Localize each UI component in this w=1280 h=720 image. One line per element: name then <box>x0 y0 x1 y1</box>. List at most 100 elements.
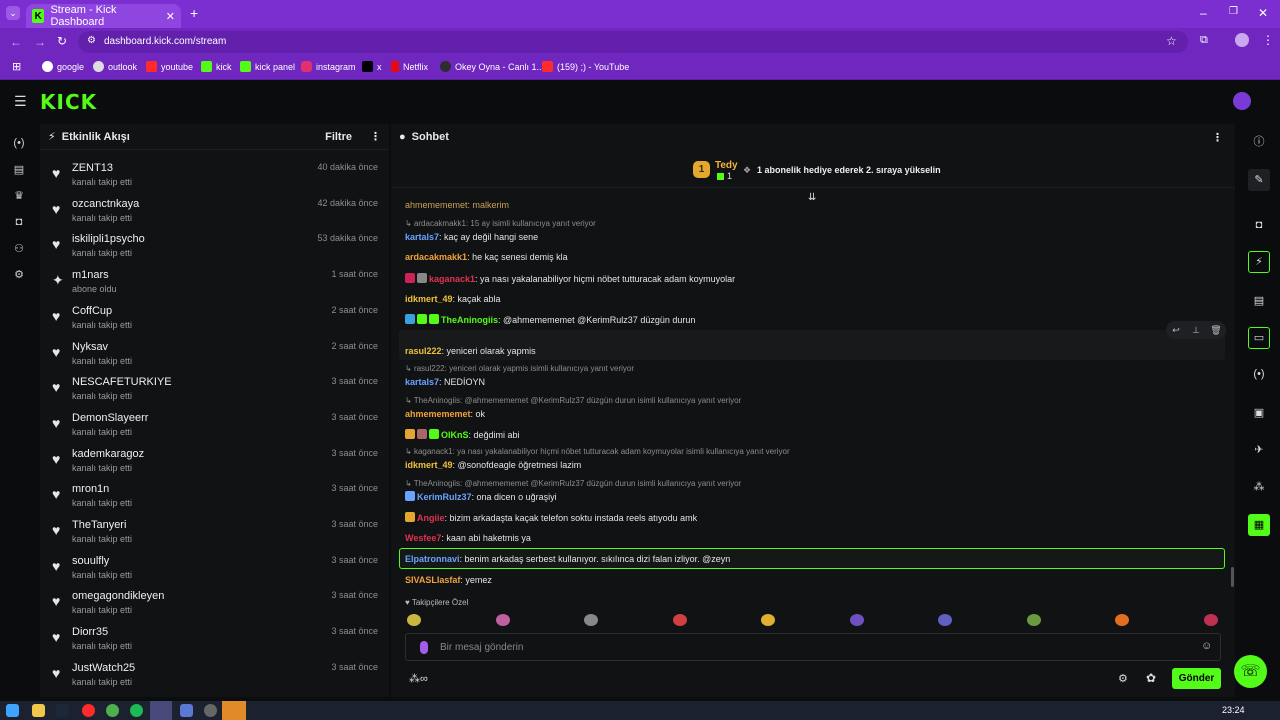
activity-item[interactable]: ♥ TheTanyeri kanalı takip etti 3 saat ön… <box>40 514 389 550</box>
activity-item[interactable]: ♥ NESCAFETURKIYE kanalı takip etti 3 saa… <box>40 371 389 407</box>
chat-username[interactable]: ahmemememet <box>405 409 471 419</box>
activity-username[interactable]: kademkaragoz <box>72 448 144 460</box>
browser-menu-icon[interactable]: ⋮ <box>1262 33 1274 47</box>
activity-item[interactable]: ♥ omegagondikleyen kanalı takip etti 3 s… <box>40 585 389 621</box>
chrome-active-icon[interactable] <box>150 701 172 720</box>
gift-sub-icon[interactable]: ✿ <box>1146 671 1156 685</box>
steam-icon[interactable] <box>56 704 69 717</box>
chat-username[interactable]: KerimRulz37 <box>417 492 472 502</box>
reply-context[interactable]: ↳ TheAninogiis: @ahmemememet @KerimRulz3… <box>405 396 741 405</box>
bookmark-kick[interactable]: kick <box>201 61 232 72</box>
reply-context[interactable]: ↳ rasul222: yeniceri olarak yapmis isiml… <box>405 364 634 373</box>
info-icon[interactable]: ⓘ <box>1251 133 1267 149</box>
microphone-icon[interactable] <box>420 641 428 654</box>
chat-username[interactable]: ardacakmakk1 <box>405 252 467 262</box>
activity-item[interactable]: ♥ JustWatch25 kanalı takip etti 3 saat ö… <box>40 657 389 693</box>
bookmark-youtube[interactable]: youtube <box>146 61 193 72</box>
emote-icon[interactable] <box>672 614 687 626</box>
close-tab-icon[interactable]: ✕ <box>166 10 175 23</box>
chat-message[interactable]: Wesfee7: kaan abi haketmis ya <box>405 533 531 543</box>
activity-item[interactable]: ♥ ozcanctnkaya kanalı takip etti 42 daki… <box>40 193 389 229</box>
emote-icon[interactable] <box>1203 614 1218 626</box>
activity-username[interactable]: iskilipli1psycho <box>72 233 145 245</box>
activity-username[interactable]: ZENT13 <box>72 162 113 174</box>
app2-icon[interactable] <box>204 704 217 717</box>
emote-icon[interactable] <box>584 614 598 626</box>
chat-message[interactable]: ardacakmakk1: he kaç senesi demiş kla <box>405 252 568 262</box>
hamburger-menu-icon[interactable]: ☰ <box>14 93 27 110</box>
app-icon[interactable] <box>180 704 193 717</box>
chat-username[interactable]: kartals7 <box>405 377 439 387</box>
url-field[interactable]: ⚙ dashboard.kick.com/stream ☆ <box>78 31 1188 53</box>
chat-username[interactable]: Angiie <box>417 513 445 523</box>
emote-icon[interactable] <box>849 614 864 626</box>
explorer-icon[interactable] <box>32 704 45 717</box>
filter-button[interactable]: Filtre <box>325 131 352 143</box>
emote-icon[interactable] <box>495 614 510 626</box>
gift-cta-text[interactable]: 1 abonelik hediye ederek 2. sıraya yükse… <box>757 165 941 175</box>
apps-grid-icon[interactable]: ⊞ <box>12 60 21 73</box>
chat-message[interactable]: idkmert_49: @sonofdeagle öğretmesi lazim <box>405 460 581 470</box>
scroll-down-icon[interactable]: ⇊ <box>808 192 816 203</box>
notes-icon[interactable]: ▤ <box>1251 294 1267 310</box>
chat-message[interactable]: KerimRulz37: ona dicen o uğraşiyi <box>405 491 557 502</box>
chrome-icon[interactable] <box>106 704 119 717</box>
support-chat-icon[interactable]: ☏ <box>1234 655 1267 688</box>
bookmark-google[interactable]: google <box>42 61 84 72</box>
restore-icon[interactable]: ❐ <box>1229 6 1238 17</box>
reply-icon[interactable]: ↩ <box>1168 322 1184 338</box>
activity-username[interactable]: DemonSlayeerr <box>72 412 148 424</box>
library-icon[interactable]: ▤ <box>12 163 26 177</box>
reply-context[interactable]: ↳ TheAninogiis: @ahmemememet @KerimRulz3… <box>405 479 741 488</box>
delete-icon[interactable]: 🗑 <box>1208 322 1224 338</box>
activity-username[interactable]: CoffCup <box>72 305 112 317</box>
steam-active-icon[interactable] <box>222 701 246 720</box>
chat-username[interactable]: SIVASLIasfaf <box>405 575 460 585</box>
bookmark-okey[interactable]: Okey Oyna - Canlı 1... <box>440 61 544 72</box>
tab-search-icon[interactable]: ⌄ <box>6 6 20 20</box>
clapper-icon[interactable]: ▦ <box>1248 514 1270 536</box>
stream-icon[interactable]: (•) <box>12 137 26 151</box>
activity-username[interactable]: JustWatch25 <box>72 662 135 674</box>
minimize-icon[interactable]: – <box>1200 6 1207 20</box>
bookmark-netflix[interactable]: Netflix <box>391 61 428 72</box>
chat-message[interactable]: OlKnS: değdimi abi <box>405 429 520 440</box>
emoji-icon[interactable]: ☺ <box>1201 640 1212 652</box>
forward-icon[interactable]: → <box>34 35 46 49</box>
emote-icon[interactable] <box>938 614 952 626</box>
reply-context[interactable]: ↳ ardacakmakk1: 15 ay isimli kullanıcıya… <box>405 219 596 228</box>
activity-username[interactable]: NESCAFETURKIYE <box>72 376 172 388</box>
activity-menu-icon[interactable]: ⋮ <box>370 130 381 143</box>
spotify-icon[interactable] <box>130 704 143 717</box>
chat-message[interactable]: kaganack1: ya nası yakalanabiliyor hiçmi… <box>405 273 735 284</box>
chat-settings-icon[interactable]: ⚙ <box>1118 672 1128 685</box>
kick-logo[interactable]: KICK <box>40 90 97 114</box>
integrations-icon[interactable]: ⁂ <box>1251 480 1267 496</box>
chat-username[interactable]: rasul222 <box>405 346 442 356</box>
chat-username[interactable]: kaganack1 <box>429 274 475 284</box>
chat-username[interactable]: Elpatronnavi <box>405 554 460 564</box>
user-avatar[interactable] <box>1233 92 1251 110</box>
activity-item[interactable]: ♥ iskilipli1psycho kanalı takip etti 53 … <box>40 228 389 264</box>
bookmark-x[interactable]: x <box>362 61 382 72</box>
start-icon[interactable] <box>6 704 19 717</box>
back-icon[interactable]: ← <box>10 35 22 49</box>
activity-item[interactable]: ♥ Nyksav kanalı takip etti 2 saat önce <box>40 336 389 372</box>
bookmark-kick-panel[interactable]: kick panel <box>240 61 295 72</box>
activity-item[interactable]: ♥ mron1n kanalı takip etti 3 saat önce <box>40 478 389 514</box>
activity-item[interactable]: ♥ CoffCup kanalı takip etti 2 saat önce <box>40 300 389 336</box>
opera-icon[interactable] <box>82 704 95 717</box>
activity-item[interactable]: ♥ Diorr35 kanalı takip etti 3 saat önce <box>40 621 389 657</box>
bookmark-outlook[interactable]: outlook <box>93 61 137 72</box>
emote-icon[interactable] <box>1115 614 1129 626</box>
layers-icon[interactable]: ▣ <box>1251 406 1267 422</box>
community-icon[interactable]: ⚇ <box>12 242 26 256</box>
broadcast-icon[interactable]: (•) <box>1251 368 1267 384</box>
chat-message[interactable]: rasul222: yeniceri olarak yapmis <box>405 346 536 356</box>
new-tab-icon[interactable]: + <box>190 5 198 21</box>
activity-username[interactable]: omegagondikleyen <box>72 590 164 602</box>
trophy-icon[interactable]: ♛ <box>12 189 26 203</box>
activity-item[interactable]: ♥ souulfly kanalı takip etti 3 saat önce <box>40 550 389 586</box>
chat-input[interactable]: Bir mesaj gönderin ☺ <box>405 633 1221 661</box>
activity-item[interactable]: ✦ m1nars abone oldu 1 saat önce <box>40 264 389 300</box>
